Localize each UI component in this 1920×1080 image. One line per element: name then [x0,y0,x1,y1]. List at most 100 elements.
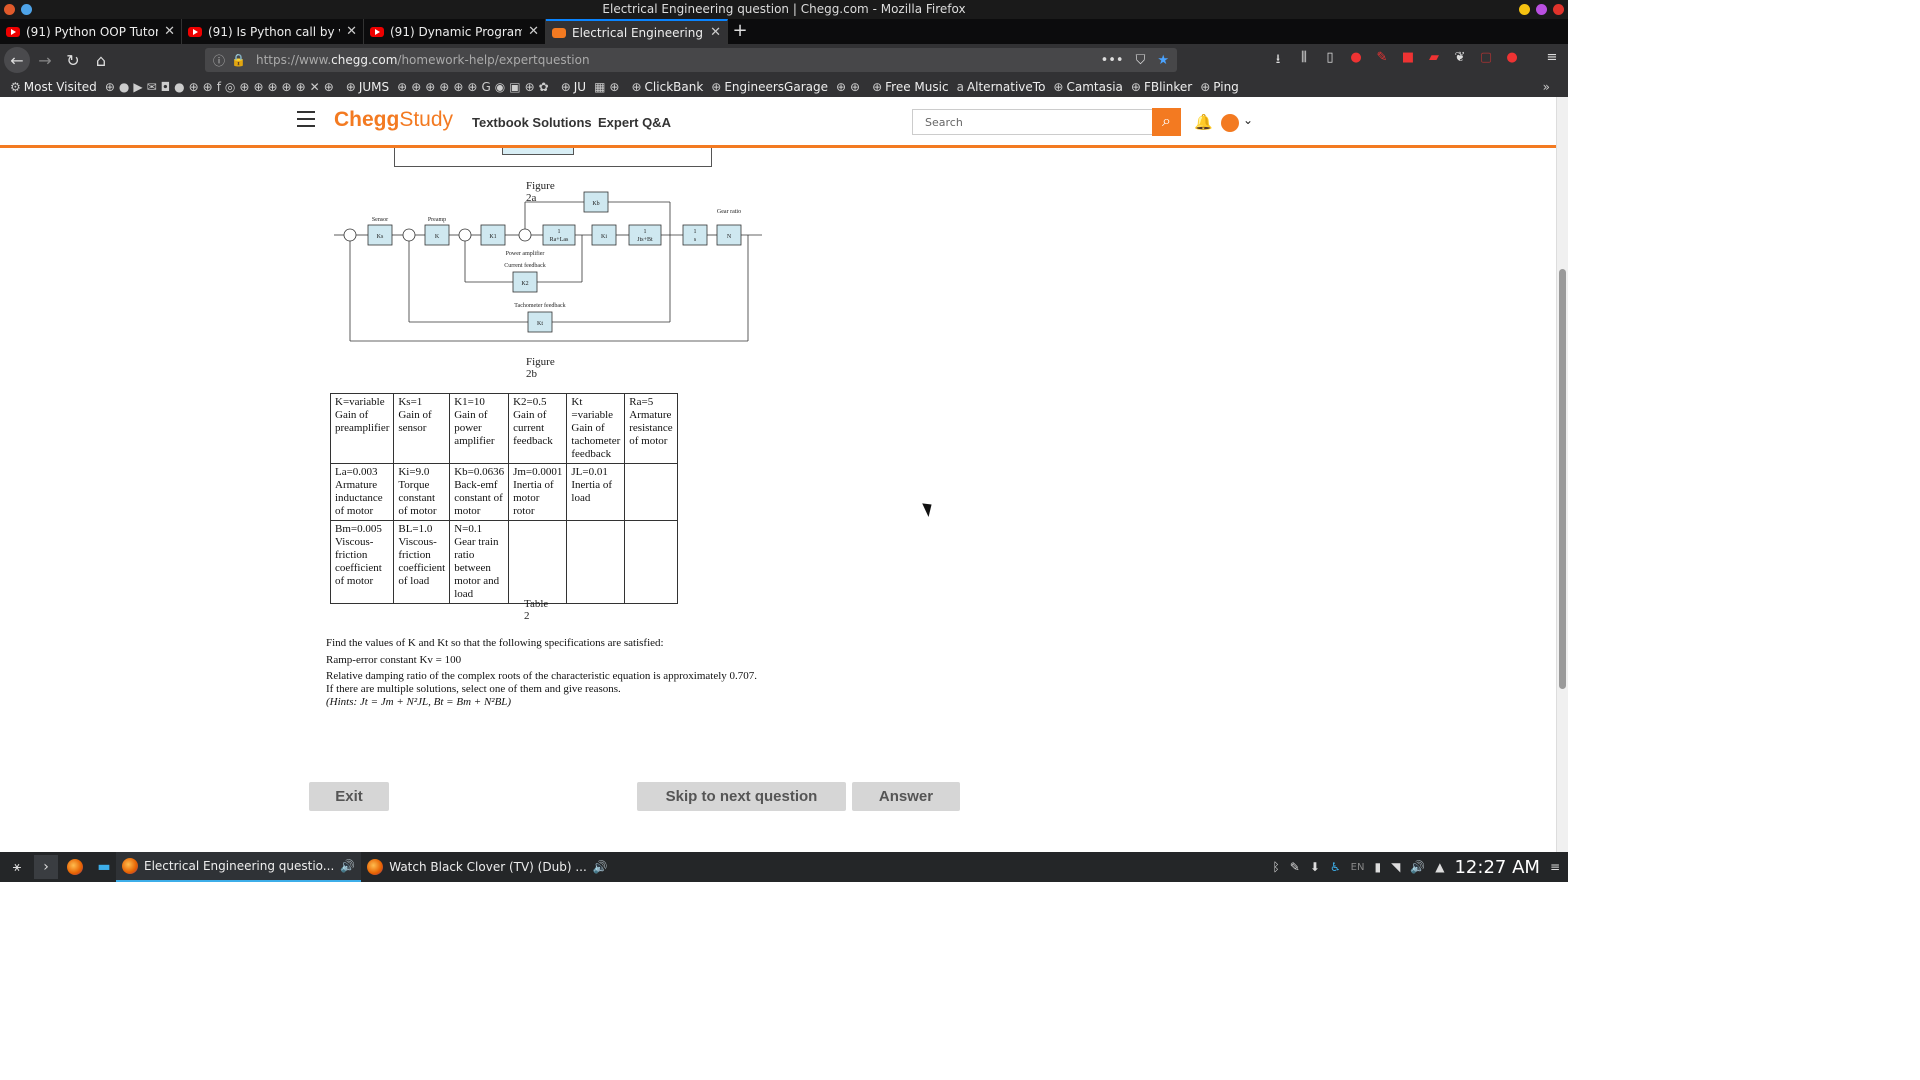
page-scrollbar[interactable] [1556,97,1568,852]
url-bar[interactable]: ⓘ 🔒 https://www.chegg.com/homework-help/… [205,48,1177,72]
question-line: Ramp-error constant Kv = 100 [326,654,462,666]
back-button[interactable]: ← [4,47,30,73]
wifi-icon[interactable]: ◥ [1391,860,1400,874]
answer-button[interactable]: Answer [852,782,960,811]
mouse-cursor-icon [922,500,936,517]
tray-expand-icon[interactable]: ▲ [1435,860,1444,874]
volume-icon[interactable]: 🔊 [1410,860,1425,874]
alternativeto-icon: a [956,79,964,94]
firefox-icon [122,858,138,874]
url-text[interactable]: https://www.chegg.com/homework-help/expe… [256,53,590,67]
globe-icon: ⊕ [1130,79,1141,94]
forward-button[interactable]: → [32,47,58,73]
exit-button[interactable]: Exit [309,782,389,811]
search-button[interactable]: ⌕ [1152,108,1181,136]
file-manager-icon[interactable]: ▬ [92,855,116,879]
downloads-icon[interactable]: ⭳ [1270,50,1286,72]
speaker-icon[interactable]: 🔊 [340,859,355,873]
taskbar-task-chegg[interactable]: Electrical Engineering questio... 🔊 [116,852,362,882]
extension-icon[interactable]: ✎ [1374,50,1390,72]
close-dot-icon[interactable] [4,4,15,15]
speaker-icon[interactable]: 🔊 [593,860,608,874]
show-desktop-icon[interactable]: ≡ [1550,860,1560,874]
page-actions-icon[interactable]: ••• [1101,53,1124,68]
extension-icon[interactable]: ■ [1400,50,1416,72]
maximize-dot-icon[interactable] [1536,4,1547,15]
bookmark-fblinker[interactable]: ⊕ FBlinker [1131,80,1192,94]
extension-icon[interactable]: ❦ [1452,50,1468,72]
updates-icon[interactable]: ⬇ [1310,860,1320,874]
bookmark-icons-group[interactable]: ⊕⊕⊕⊕⊕⊕G◉▣⊕✿ [397,80,553,94]
tab-dynamic-programming[interactable]: (91) Dynamic Programming ✕ [364,19,546,44]
bell-icon[interactable]: 🔔 [1194,113,1213,131]
sidebar-icon[interactable]: ▯ [1322,50,1338,72]
tab-python-call-by-value[interactable]: (91) Is Python call by value ✕ [182,19,364,44]
close-tab-icon[interactable]: ✕ [346,24,357,39]
lock-icon[interactable]: 🔒 [231,53,246,67]
app-launcher-icon[interactable]: ⚹ [5,855,29,879]
tab-electrical-engineering[interactable]: Electrical Engineering que ✕ [546,19,728,44]
tab-python-oop[interactable]: (91) Python OOP Tutorial 1 ✕ [0,19,182,44]
skip-question-button[interactable]: Skip to next question [637,782,846,811]
question-line: Relative damping ratio of the complex ro… [326,670,758,682]
keyboard-layout[interactable]: EN [1351,862,1365,873]
bookmark-star-icon[interactable]: ★ [1157,53,1169,68]
task-label: Watch Black Clover (TV) (Dub) ... [389,860,587,874]
library-icon[interactable]: ⫼ [1296,50,1312,72]
svg-text:Ks: Ks [377,234,384,240]
close-tab-icon[interactable]: ✕ [710,25,721,40]
taskbar-task-black-clover[interactable]: Watch Black Clover (TV) (Dub) ... 🔊 [361,852,614,882]
window-titlebar: Electrical Engineering question | Chegg.… [0,0,1568,19]
avatar[interactable] [1221,114,1239,132]
bookmark-most-visited[interactable]: ⚙ Most Visited [10,80,97,94]
bookmark-icons-group[interactable]: ⊕⊕ [836,80,864,94]
accessibility-icon[interactable]: ♿ [1330,860,1341,874]
extension-icon[interactable]: ▢ [1478,50,1494,72]
sticky-dot-icon[interactable] [21,4,32,15]
extension-icon[interactable]: ● [1348,50,1364,72]
reload-button[interactable]: ↻ [60,47,86,73]
bookmark-icons-group[interactable]: ▦⊕ [594,80,623,94]
home-button[interactable]: ⌂ [88,47,114,73]
extension-icon[interactable]: ▰ [1426,50,1442,72]
bookmark-alternativeto[interactable]: a AlternativeTo [957,80,1046,94]
minimize-dot-icon[interactable] [1519,4,1530,15]
battery-icon[interactable]: ▮ [1374,860,1381,874]
extension-icon[interactable]: ● [1504,50,1520,72]
chevron-down-icon[interactable]: ⌄ [1243,113,1253,127]
close-tab-icon[interactable]: ✕ [164,24,175,39]
search-input[interactable]: Search [912,109,1152,135]
pocket-icon[interactable]: ⛉ [1136,53,1146,68]
bookmark-jums[interactable]: ⊕ JUMS [346,80,389,94]
bookmark-camtasia[interactable]: ⊕ Camtasia [1053,80,1122,94]
table-row: K=variable Gain of preamplifier Ks=1 Gai… [329,393,678,464]
bookmark-icons-group[interactable]: ⊕●▶✉◘●⊕⊕f◎⊕⊕⊕⊕⊕✕⊕ [105,80,338,94]
bluetooth-icon[interactable]: ᛒ [1273,860,1280,874]
expert-qa-link[interactable]: Expert Q&A [598,115,671,130]
bookmark-free-music[interactable]: ⊕ Free Music [872,80,948,94]
tachometer-feedback-label: Tachometer feedback [514,302,565,309]
close-tab-icon[interactable]: ✕ [528,24,539,39]
scrollbar-thumb[interactable] [1559,269,1566,689]
chegg-study-logo[interactable]: CheggStudy [334,108,453,132]
bookmark-clickbank[interactable]: ⊕ ClickBank [631,80,703,94]
menu-icon[interactable]: ≡ [1544,50,1560,72]
table-row: La=0.003 Armature inductance of motor Ki… [329,463,678,521]
window-title: Electrical Engineering question | Chegg.… [602,2,966,16]
new-tab-button[interactable]: + [728,19,752,44]
info-icon[interactable]: ⓘ [213,52,225,69]
more-bookmarks-icon[interactable]: » [1543,80,1550,94]
terminal-icon[interactable]: › [34,855,58,879]
firefox-icon[interactable] [63,855,87,879]
bookmark-engineersgarage[interactable]: ⊕ EngineersGarage [711,80,828,94]
hamburger-menu-icon[interactable] [297,111,315,127]
globe-icon: ⊕ [872,79,883,94]
close-window-icon[interactable] [1553,4,1564,15]
parameters-table: K=variable Gain of preamplifier Ks=1 Gai… [329,393,678,604]
clock[interactable]: 12:27 AM [1454,857,1539,878]
bookmark-ju[interactable]: ⊕ JU [561,80,586,94]
clipboard-icon[interactable]: ✎ [1290,860,1300,874]
bookmark-ping[interactable]: ⊕ Ping [1200,80,1239,94]
tab-label: Electrical Engineering que [572,25,704,40]
textbook-solutions-link[interactable]: Textbook Solutions [472,115,592,130]
